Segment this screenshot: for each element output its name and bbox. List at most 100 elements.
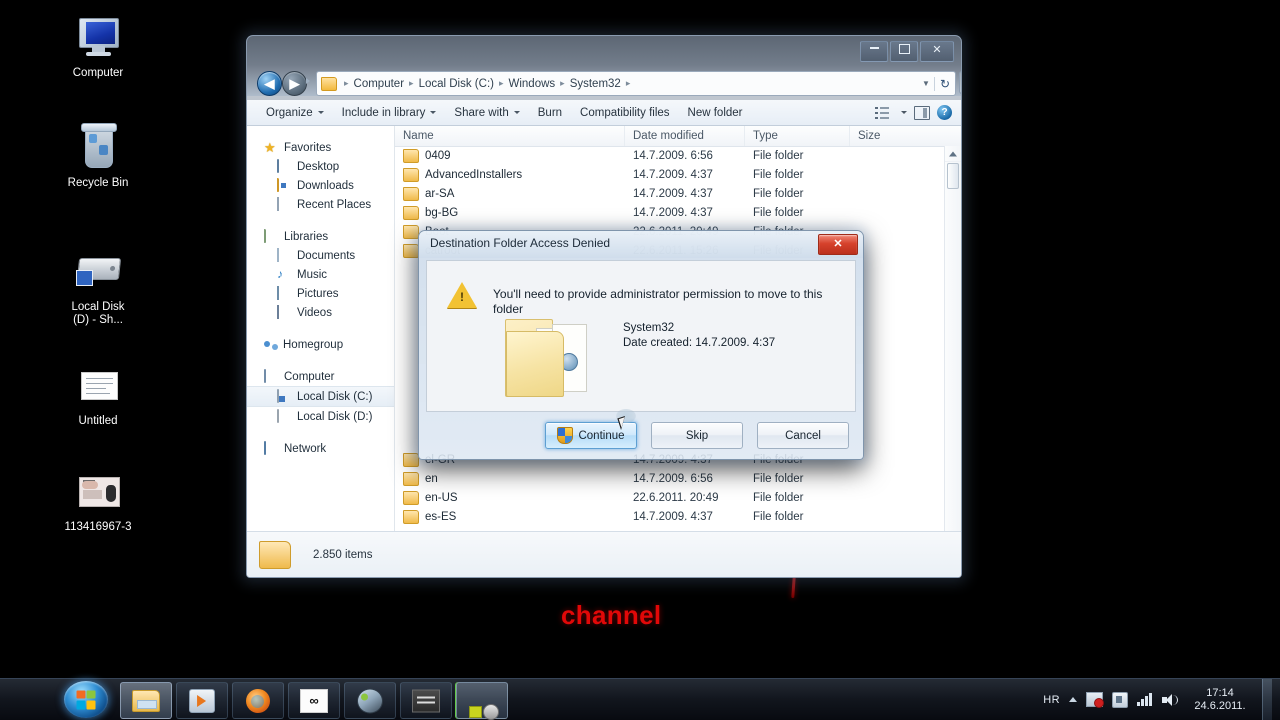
- chevron-down-icon[interactable]: ▼: [918, 79, 934, 88]
- sidebar-item-local-disk-c[interactable]: Local Disk (C:): [247, 386, 394, 407]
- image-thumbnail-icon: [74, 468, 122, 516]
- file-name: en: [425, 473, 438, 485]
- volume-icon[interactable]: [1162, 693, 1178, 707]
- back-button[interactable]: ◀: [257, 71, 282, 96]
- show-desktop-button[interactable]: [1262, 679, 1272, 720]
- table-row[interactable]: ar-SA 14.7.2009. 4:37 File folder: [395, 184, 945, 203]
- toolbar-compatibility-files[interactable]: Compatibility files: [571, 103, 678, 123]
- external-disk-icon: [74, 248, 122, 296]
- clock[interactable]: 17:14 24.6.2011.: [1187, 687, 1253, 713]
- dialog-title-bar[interactable]: Destination Folder Access Denied ✕: [419, 231, 863, 258]
- show-hidden-icons-icon[interactable]: [1069, 697, 1077, 702]
- taskbar-button-terminal[interactable]: [400, 682, 452, 719]
- cancel-button[interactable]: Cancel: [757, 422, 849, 449]
- action-center-icon[interactable]: [1086, 692, 1103, 707]
- forward-button[interactable]: ▶: [282, 71, 307, 96]
- taskbar-button-media-player[interactable]: [176, 682, 228, 719]
- start-button[interactable]: [64, 681, 108, 718]
- address-breadcrumb-bar[interactable]: ▸ Computer ▸ Local Disk (C:) ▸ Windows ▸…: [316, 71, 956, 96]
- recent-places-icon: [277, 198, 292, 212]
- navpane-group-computer: Computer Local Disk (C:) Local Disk (D:): [247, 367, 394, 426]
- desktop-icon-computer[interactable]: Computer: [43, 14, 153, 80]
- refresh-icon[interactable]: ↻: [934, 77, 955, 91]
- skip-button[interactable]: Skip: [651, 422, 743, 449]
- desktop-icon-recycle-bin[interactable]: Recycle Bin: [43, 124, 153, 190]
- breadcrumb-windows[interactable]: Windows: [508, 78, 557, 90]
- toolbar-new-folder[interactable]: New folder: [679, 103, 752, 123]
- table-row[interactable]: en 14.7.2009. 6:56 File folder: [395, 469, 945, 488]
- videos-icon: [277, 306, 292, 320]
- navpane-group-network: Network: [247, 439, 394, 458]
- maximize-button[interactable]: [890, 41, 918, 62]
- music-icon: ♪: [277, 268, 292, 282]
- sidebar-item-downloads[interactable]: Downloads: [247, 176, 394, 195]
- taskbar-button-firefox[interactable]: [232, 682, 284, 719]
- toolbar-burn[interactable]: Burn: [529, 103, 571, 123]
- network-signal-icon[interactable]: [1137, 693, 1153, 706]
- toolbar-share-with[interactable]: Share with: [445, 103, 528, 123]
- preview-pane-icon[interactable]: [914, 106, 930, 120]
- help-icon[interactable]: ?: [937, 105, 952, 120]
- file-name: 0409: [425, 150, 451, 162]
- taskbar-button-camtasia[interactable]: [456, 682, 508, 719]
- sidebar-item-videos[interactable]: Videos: [247, 303, 394, 322]
- sidebar-item-music[interactable]: ♪ Music: [247, 265, 394, 284]
- taskbar-button-moon-app[interactable]: [344, 682, 396, 719]
- close-button[interactable]: ✕: [920, 41, 954, 62]
- explorer-toolbar: Organize Include in library Share with B…: [247, 100, 961, 126]
- folder-icon: [403, 510, 419, 524]
- language-indicator[interactable]: HR: [1043, 694, 1060, 706]
- minimize-button[interactable]: [860, 41, 888, 62]
- close-icon[interactable]: ✕: [818, 234, 858, 255]
- desktop-icon-untitled[interactable]: Untitled: [43, 362, 153, 428]
- desktop-icon-photo[interactable]: 113416967-3: [43, 468, 153, 534]
- chevron-down-icon[interactable]: [901, 111, 907, 114]
- computer-icon: [264, 370, 279, 384]
- file-date: 22.6.2011. 20:49: [625, 492, 745, 504]
- search-input[interactable]: Search System32: [959, 71, 962, 94]
- sidebar-item-network[interactable]: Network: [247, 439, 394, 458]
- toolbar-organize[interactable]: Organize: [257, 103, 333, 123]
- toolbar-include-in-library[interactable]: Include in library: [333, 103, 446, 123]
- desktop-icon-label: Untitled: [43, 415, 153, 428]
- desktop-icon-local-disk-d[interactable]: Local Disk (D) - Sh...: [43, 248, 153, 327]
- column-header-date-modified[interactable]: Date modified: [625, 126, 745, 146]
- dialog-buttons: Continue Skip Cancel: [545, 422, 849, 449]
- sidebar-item-recent-places[interactable]: Recent Places: [247, 195, 394, 214]
- dialog-title: Destination Folder Access Denied: [430, 236, 610, 250]
- scrollbar-thumb[interactable]: [947, 163, 959, 189]
- sidebar-item-documents[interactable]: Documents: [247, 246, 394, 265]
- taskbar-button-xx-app[interactable]: ∞: [288, 682, 340, 719]
- view-list-icon[interactable]: [875, 107, 889, 119]
- sidebar-item-homegroup[interactable]: Homegroup: [247, 335, 394, 354]
- table-row[interactable]: es-ES 14.7.2009. 4:37 File folder: [395, 507, 945, 526]
- sidebar-item-pictures[interactable]: Pictures: [247, 284, 394, 303]
- column-header-name[interactable]: Name: [395, 126, 625, 146]
- sidebar-item-local-disk-d[interactable]: Local Disk (D:): [247, 407, 394, 426]
- file-name: ar-SA: [425, 188, 454, 200]
- sidebar-item-libraries[interactable]: Libraries: [247, 227, 394, 246]
- column-header-type[interactable]: Type: [745, 126, 850, 146]
- table-row[interactable]: en-US 22.6.2011. 20:49 File folder: [395, 488, 945, 507]
- file-date: 14.7.2009. 6:56: [625, 150, 745, 162]
- breadcrumb-local-disk-c[interactable]: Local Disk (C:): [418, 78, 495, 90]
- sidebar-item-favorites[interactable]: ★ Favorites: [247, 138, 394, 157]
- sidebar-item-computer[interactable]: Computer: [247, 367, 394, 386]
- safely-remove-hardware-icon[interactable]: [1112, 692, 1128, 708]
- table-row[interactable]: AdvancedInstallers 14.7.2009. 4:37 File …: [395, 165, 945, 184]
- sidebar-item-desktop[interactable]: Desktop: [247, 157, 394, 176]
- taskbar-button-explorer[interactable]: [120, 682, 172, 719]
- red-annotation-stroke: [791, 576, 796, 598]
- windows-logo-icon: [77, 690, 96, 709]
- recent-locations-icon[interactable]: [306, 78, 310, 84]
- column-header-size[interactable]: Size: [850, 126, 920, 146]
- breadcrumb-system32[interactable]: System32: [569, 78, 622, 90]
- table-row[interactable]: bg-BG 14.7.2009. 4:37 File folder: [395, 203, 945, 222]
- explorer-title-bar[interactable]: ✕: [247, 36, 961, 64]
- breadcrumb: ▸ Computer ▸ Local Disk (C:) ▸ Windows ▸…: [317, 77, 918, 91]
- scroll-up-button[interactable]: [945, 146, 961, 162]
- breadcrumb-computer[interactable]: Computer: [353, 78, 406, 90]
- xx-app-icon: ∞: [300, 689, 328, 713]
- table-row[interactable]: 0409 14.7.2009. 6:56 File folder: [395, 146, 945, 165]
- vertical-scrollbar[interactable]: [944, 146, 961, 577]
